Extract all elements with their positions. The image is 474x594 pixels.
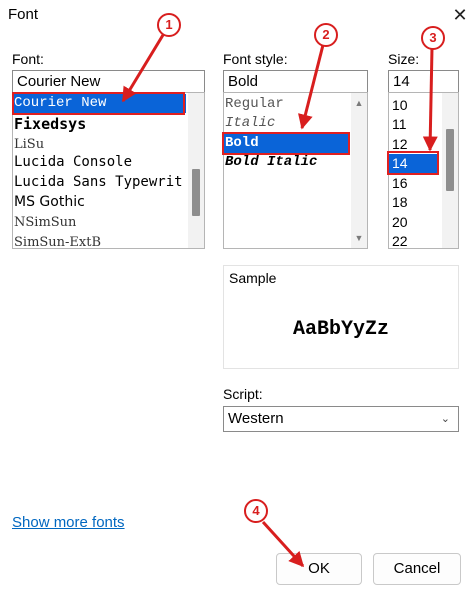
callout-2: 2 xyxy=(314,23,338,47)
arrow-1 xyxy=(121,34,165,103)
callout-1: 1 xyxy=(157,13,181,37)
arrow-4 xyxy=(261,520,305,568)
arrow-2 xyxy=(298,44,325,130)
callout-3: 3 xyxy=(421,26,445,50)
arrow-3 xyxy=(422,47,438,152)
annotation-arrows xyxy=(121,34,438,568)
callout-4: 4 xyxy=(244,499,268,523)
